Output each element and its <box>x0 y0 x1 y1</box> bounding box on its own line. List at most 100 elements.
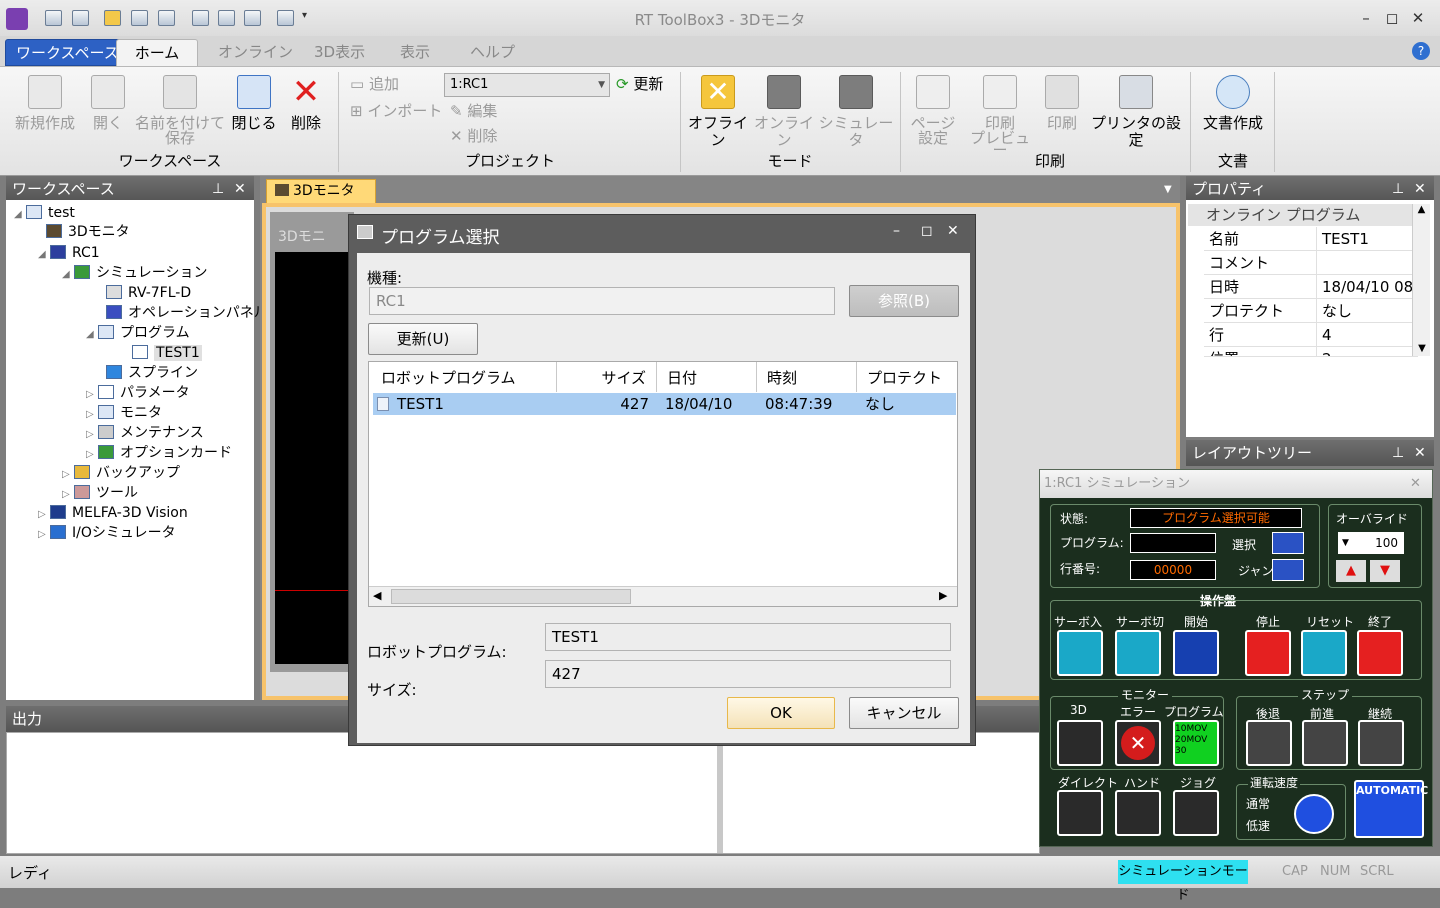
program-list[interactable]: ロボットプログラム サイズ 日付 時刻 プロテクト TEST1 427 18/0… <box>368 361 958 607</box>
collapse-icon[interactable]: ◢ <box>62 265 74 285</box>
edit-button[interactable]: ✎ 編集 <box>450 100 497 122</box>
expand-icon[interactable]: ▷ <box>38 505 50 525</box>
property-row[interactable]: 行4 <box>1204 323 1418 347</box>
tree-item-io-simulator[interactable]: ▷ I/Oシミュレータ <box>38 523 176 543</box>
monitor-3d-button[interactable] <box>1057 720 1103 766</box>
simulator-button[interactable]: シミュレータ <box>818 75 894 149</box>
save-as-button[interactable]: 名前を付けて 保存 <box>134 75 226 146</box>
expand-icon[interactable]: ▷ <box>86 445 98 465</box>
tree-item-simulation[interactable]: ◢ シミュレーション <box>62 263 207 283</box>
property-row[interactable]: プロテクト なし <box>1204 299 1418 323</box>
delete-workspace-button[interactable]: ✕ 削除 <box>284 75 328 132</box>
tree-item-melfa-vision[interactable]: ▷ MELFA-3D Vision <box>38 503 188 523</box>
tree-item-operation-panel[interactable]: オペレーションパネル <box>106 303 268 323</box>
expand-icon[interactable]: ▷ <box>62 485 74 505</box>
program-field[interactable]: TEST1 <box>545 623 951 651</box>
add-button[interactable]: ▭ 追加 <box>350 73 399 95</box>
3d-viewport[interactable] <box>275 252 351 664</box>
size-field[interactable]: 427 <box>545 660 951 688</box>
collapse-icon[interactable]: ◢ <box>38 245 50 265</box>
tab-list-icon[interactable]: ▼ <box>1164 184 1172 195</box>
override-input[interactable]: ▼ 100 <box>1338 532 1404 554</box>
tree-item-parameter[interactable]: ▷ パラメータ <box>86 383 190 403</box>
tree-item-maintenance[interactable]: ▷ メンテナンス <box>86 423 204 443</box>
tab-workspace[interactable]: ワークスペース <box>5 39 130 66</box>
tree-item-monitor[interactable]: ▷ モニタ <box>86 403 162 423</box>
column-header-date[interactable]: 日付 <box>657 362 757 392</box>
expand-icon[interactable]: ▷ <box>38 525 50 545</box>
tree-item-program[interactable]: ◢ プログラム <box>86 323 190 343</box>
scroll-thumb[interactable] <box>391 589 631 604</box>
expand-icon[interactable]: ▷ <box>86 385 98 405</box>
tab-view[interactable]: 表示 <box>390 39 440 66</box>
expand-icon[interactable]: ▷ <box>86 425 98 445</box>
tree-item-backup[interactable]: ▷ バックアップ <box>62 463 180 483</box>
print-button[interactable]: 印刷 <box>1040 75 1084 132</box>
expand-icon[interactable]: ▷ <box>86 405 98 425</box>
column-header-protect[interactable]: プロテクト <box>857 362 957 392</box>
tab-3d-view[interactable]: 3D表示 <box>304 39 375 66</box>
refresh-button[interactable]: 更新(U) <box>368 323 478 355</box>
jump-button[interactable] <box>1272 559 1304 581</box>
maximize-icon[interactable]: ◻ <box>1380 8 1404 28</box>
close-icon[interactable]: ✕ <box>234 176 246 202</box>
pin-icon[interactable]: ⊥ <box>212 176 224 202</box>
direct-button[interactable] <box>1057 790 1103 836</box>
hand-button[interactable] <box>1115 790 1161 836</box>
tree-item-tool[interactable]: ▷ ツール <box>62 483 138 503</box>
reset-button[interactable] <box>1301 630 1347 676</box>
print-preview-button[interactable]: 印刷 プレビュー <box>966 75 1034 158</box>
override-down-button[interactable]: ▼ <box>1370 560 1400 582</box>
close-icon[interactable]: ✕ <box>1414 176 1426 202</box>
continue-button[interactable] <box>1358 720 1404 766</box>
tree-item-rc1[interactable]: ◢ RC1 <box>38 243 100 263</box>
tab-online[interactable]: オンライン <box>208 39 303 66</box>
close-icon[interactable]: ✕ <box>1406 8 1430 28</box>
close-icon[interactable]: ✕ <box>1410 470 1421 498</box>
tab-3d-monitor[interactable]: 3Dモニタ ✕ <box>266 179 376 221</box>
property-row[interactable]: 名前 TEST1 <box>1204 227 1418 251</box>
maximize-icon[interactable]: ◻ <box>921 223 933 239</box>
column-header-program[interactable]: ロボットプログラム <box>369 362 557 392</box>
minimize-icon[interactable]: – <box>1354 8 1378 28</box>
override-up-button[interactable]: ▲ <box>1336 560 1366 582</box>
scroll-right-icon[interactable]: ▶ <box>939 589 947 602</box>
step-back-button[interactable] <box>1246 720 1292 766</box>
stop-button[interactable] <box>1245 630 1291 676</box>
online-button[interactable]: オンライン <box>752 75 816 149</box>
project-selector[interactable]: 1:RC1 ▼ <box>444 73 610 97</box>
tree-item-spline[interactable]: スプライン <box>106 363 198 383</box>
pin-icon[interactable]: ⊥ <box>1392 176 1404 202</box>
ok-button[interactable]: OK <box>727 697 835 729</box>
printer-settings-button[interactable]: プリンタの設定 <box>1086 75 1186 149</box>
properties-scrollbar[interactable]: ▲ ▼ <box>1412 204 1430 356</box>
collapse-icon[interactable]: ◢ <box>14 205 26 225</box>
close-icon[interactable]: ✕ <box>1414 440 1426 466</box>
project-delete-button[interactable]: ✕ 削除 <box>450 125 497 147</box>
tree-item-test1[interactable]: TEST1 <box>132 343 202 363</box>
tab-home[interactable]: ホーム <box>116 39 198 66</box>
step-forward-button[interactable] <box>1302 720 1348 766</box>
create-document-button[interactable]: 文書作成 <box>1196 75 1270 132</box>
speed-dial[interactable] <box>1294 794 1334 834</box>
tree-item-test[interactable]: ◢ test <box>14 203 75 223</box>
minimize-icon[interactable]: – <box>893 223 900 239</box>
scroll-left-icon[interactable]: ◀ <box>373 589 381 602</box>
property-row[interactable]: コメント <box>1204 251 1418 275</box>
tree-item-robot-model[interactable]: RV-7FL-D <box>106 283 191 303</box>
servo-off-button[interactable] <box>1115 630 1161 676</box>
jog-button[interactable] <box>1173 790 1219 836</box>
horizontal-scrollbar[interactable]: ◀ ▶ <box>369 586 957 606</box>
browse-button[interactable]: 参照(B) <box>849 285 959 317</box>
offline-button[interactable]: ✕ オフライン <box>686 75 750 149</box>
pin-icon[interactable]: ⊥ <box>1392 440 1404 466</box>
end-button[interactable] <box>1357 630 1403 676</box>
select-program-button[interactable] <box>1272 532 1304 554</box>
error-button[interactable]: ✕ <box>1115 720 1161 766</box>
table-row[interactable]: TEST1 427 18/04/10 08:47:39 なし <box>373 393 956 415</box>
import-button[interactable]: ⊞ インポート <box>350 100 442 122</box>
tree-item-option-card[interactable]: ▷ オプションカード <box>86 443 232 463</box>
refresh-button[interactable]: ⟳ 更新 <box>616 73 663 95</box>
page-setup-button[interactable]: ページ 設定 <box>906 75 960 146</box>
model-field[interactable]: RC1 <box>369 287 835 315</box>
